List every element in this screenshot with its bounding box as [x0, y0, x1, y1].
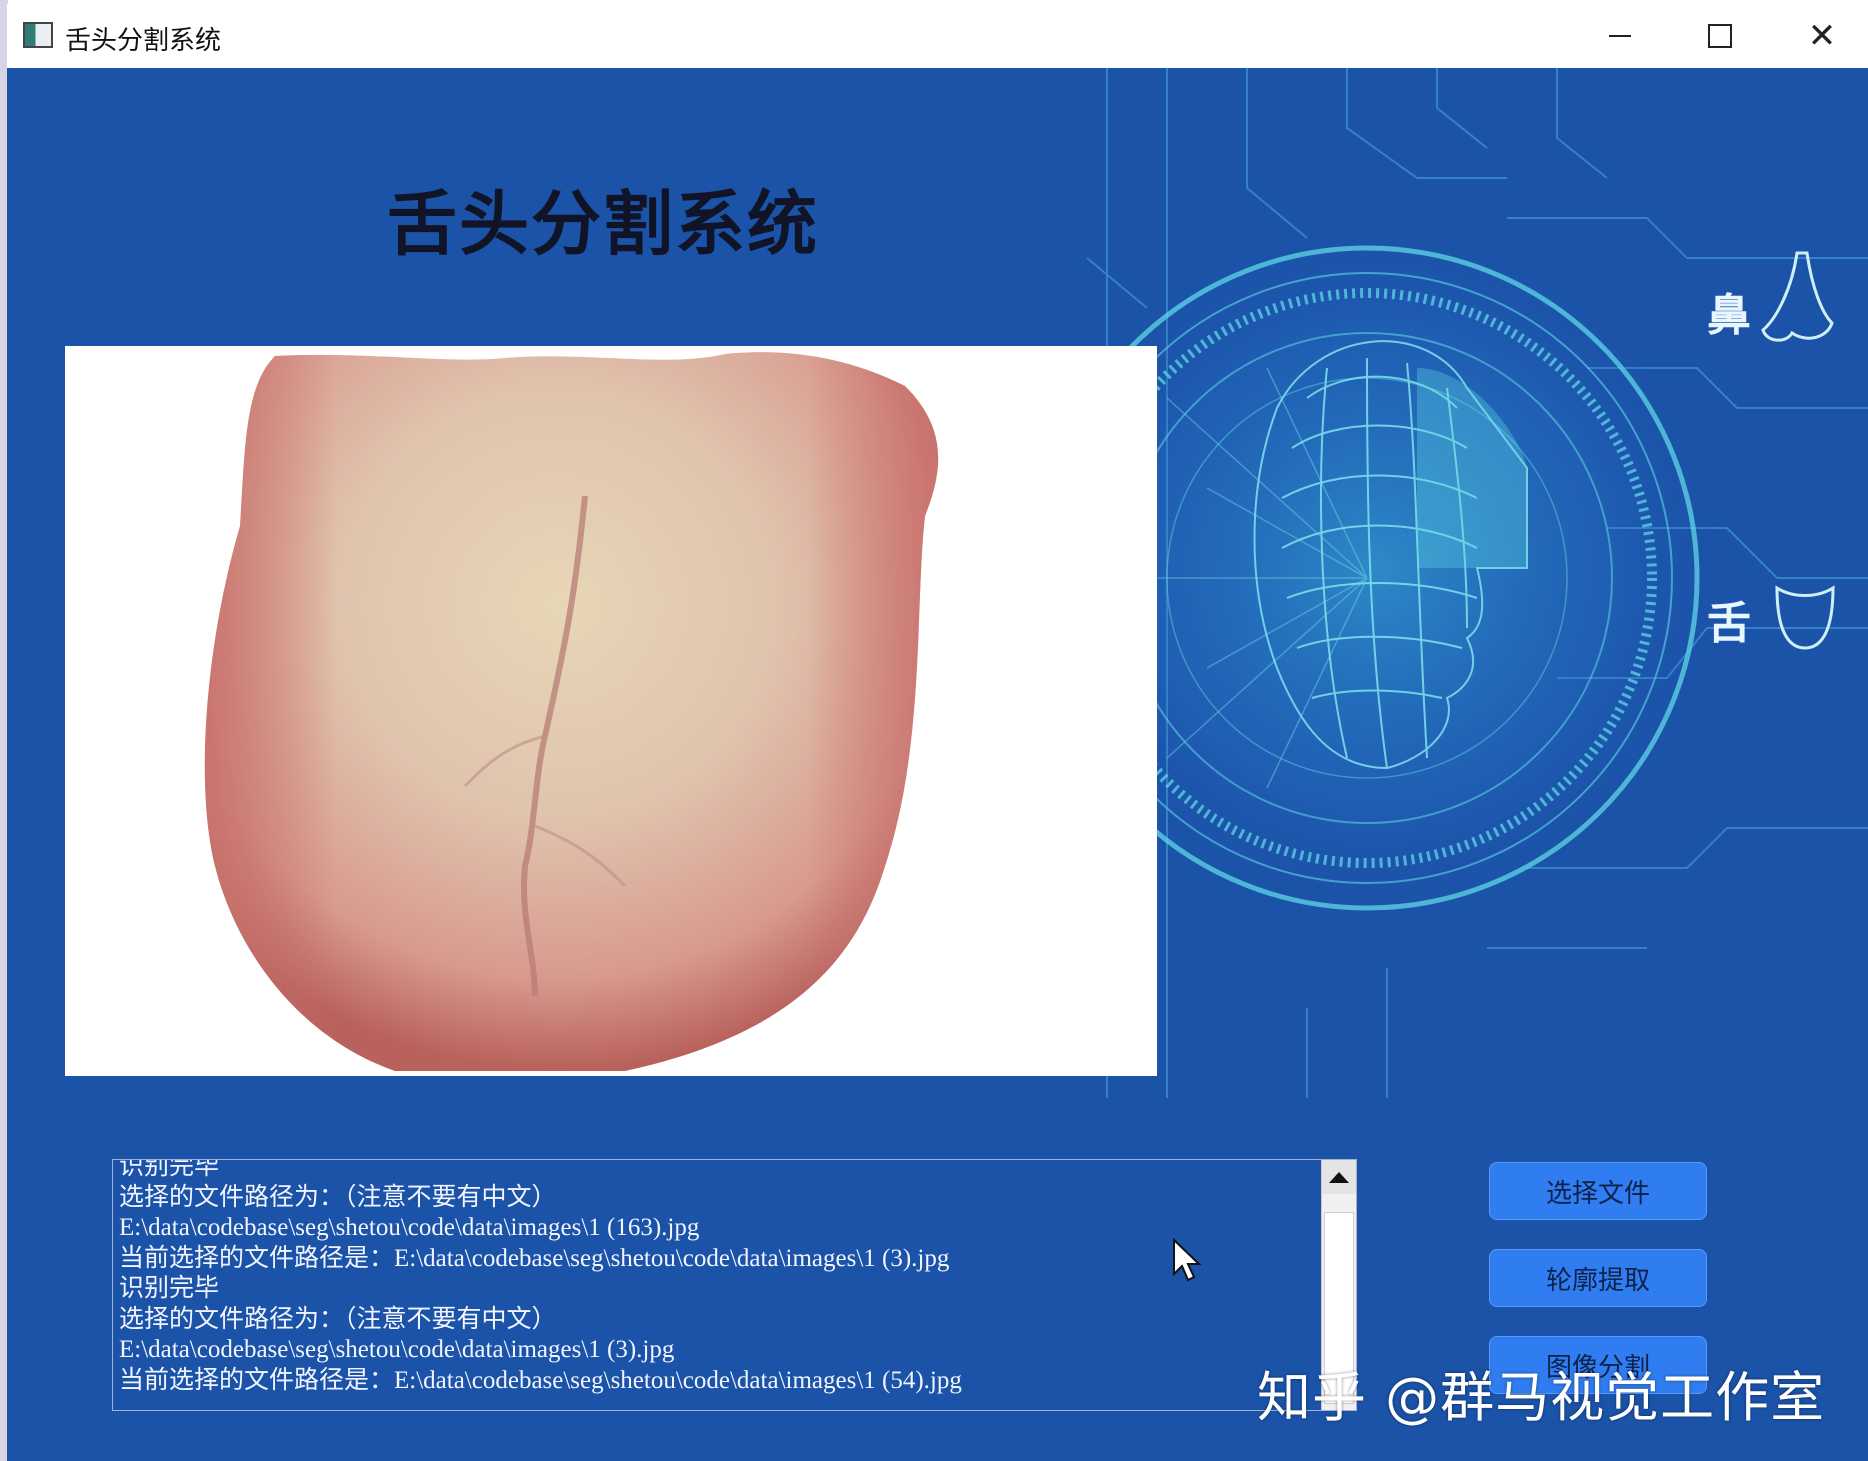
log-lines: 识别完毕 选择的文件路径为：（注意不要有中文） E:\data\codebase…: [119, 1159, 1319, 1396]
log-line: E:\data\codebase\seg\shetou\code\data\im…: [119, 1336, 675, 1363]
page-title: 舌头分割系统: [387, 183, 819, 265]
contour-extract-button[interactable]: 轮廓提取: [1489, 1249, 1707, 1307]
close-icon: ✕: [1807, 16, 1837, 56]
tongue-icon: [1775, 585, 1835, 650]
minimize-button[interactable]: [1590, 16, 1650, 56]
app-window-icon: [23, 22, 53, 48]
segmented-tongue-image: [204, 352, 939, 1072]
app-window: 舌头分割系统 ✕ 鼻 舌 舌头分割系统 识别完毕 选择的文件路径为：（注意不要有…: [7, 4, 1868, 1461]
log-line: E:\data\codebase\seg\shetou\code\data\im…: [119, 1214, 700, 1241]
window-title: 舌头分割系统: [65, 26, 222, 56]
log-line: 选择的文件路径为：（注意不要有中文）: [119, 1183, 557, 1211]
image-display: [65, 346, 1157, 1076]
log-line: 当前选择的文件路径是：E:\data\codebase\seg\shetou\c…: [119, 1366, 962, 1394]
select-file-button[interactable]: 选择文件: [1489, 1162, 1707, 1220]
nose-label: 鼻: [1707, 290, 1751, 341]
nose-icon: [1761, 251, 1834, 342]
log-line: 当前选择的文件路径是：E:\data\codebase\seg\shetou\c…: [119, 1244, 950, 1272]
arrow-up-icon: [1329, 1171, 1349, 1183]
log-line: 识别完毕: [119, 1275, 220, 1302]
log-line: 选择的文件路径为：（注意不要有中文）: [119, 1305, 557, 1333]
tongue-label: 舌: [1707, 598, 1751, 649]
main-panel: 鼻 舌 舌头分割系统 识别完毕 选择的文件路径为：（注意不要有中文） E:\da…: [7, 68, 1868, 1461]
log-textarea[interactable]: 识别完毕 选择的文件路径为：（注意不要有中文） E:\data\codebase…: [112, 1159, 1357, 1411]
scroll-up-button[interactable]: [1322, 1160, 1356, 1194]
watermark: 知乎 @群马视觉工作室: [1257, 1366, 1826, 1429]
tech-face-background: 鼻 舌: [1087, 68, 1868, 1098]
log-line: 识别完毕: [119, 1159, 220, 1180]
title-bar[interactable]: 舌头分割系统 ✕: [7, 4, 1868, 68]
mouse-cursor-icon: [1173, 1238, 1202, 1282]
close-button[interactable]: ✕: [1792, 16, 1852, 56]
maximize-icon: [1708, 24, 1732, 48]
maximize-button[interactable]: [1690, 16, 1750, 56]
minimize-icon: [1609, 35, 1631, 37]
